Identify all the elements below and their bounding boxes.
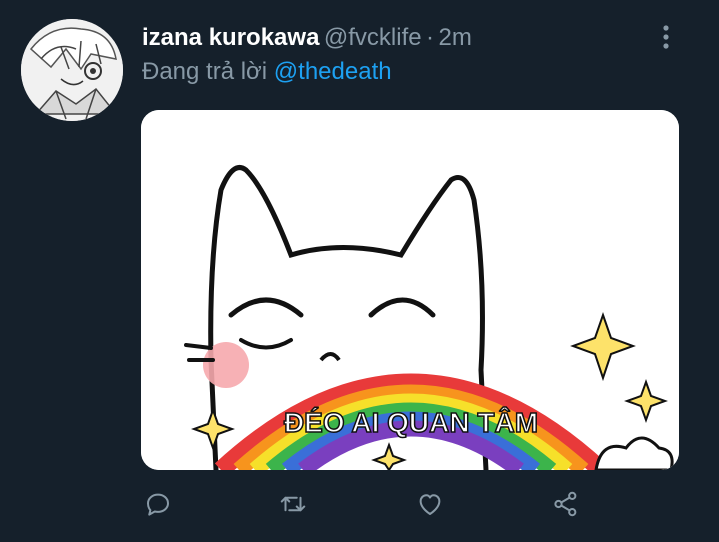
reply-button[interactable] [140,486,176,522]
tweet[interactable]: izana kurokawa @fvcklife · 2m Đang trả l… [0,0,719,542]
retweet-icon [280,496,306,512]
reply-icon [147,493,169,516]
retweet-button[interactable] [275,486,311,522]
reply-mention-link[interactable]: @thedeath [274,58,392,85]
image-caption-text: ĐÉO AI QUAN TÂM [284,407,538,438]
heart-icon [419,494,441,515]
avatar[interactable] [21,19,123,121]
tweet-header: izana kurokawa @fvcklife · 2m [142,24,472,52]
more-options-button[interactable] [655,24,677,50]
user-handle[interactable]: @fvcklife [324,24,422,51]
reply-prefix: Đang trả lời [142,58,274,85]
like-button[interactable] [412,486,448,522]
share-icon [554,491,577,517]
tweet-image[interactable]: ĐÉO AI QUAN TÂM [141,110,679,470]
reply-context: Đang trả lời @thedeath [142,58,392,86]
tweet-time[interactable]: 2m [439,24,472,51]
share-button[interactable] [548,486,584,522]
display-name[interactable]: izana kurokawa [142,24,319,51]
more-vertical-icon [663,25,669,49]
separator-dot: · [426,24,435,51]
tweet-actions [0,486,719,522]
